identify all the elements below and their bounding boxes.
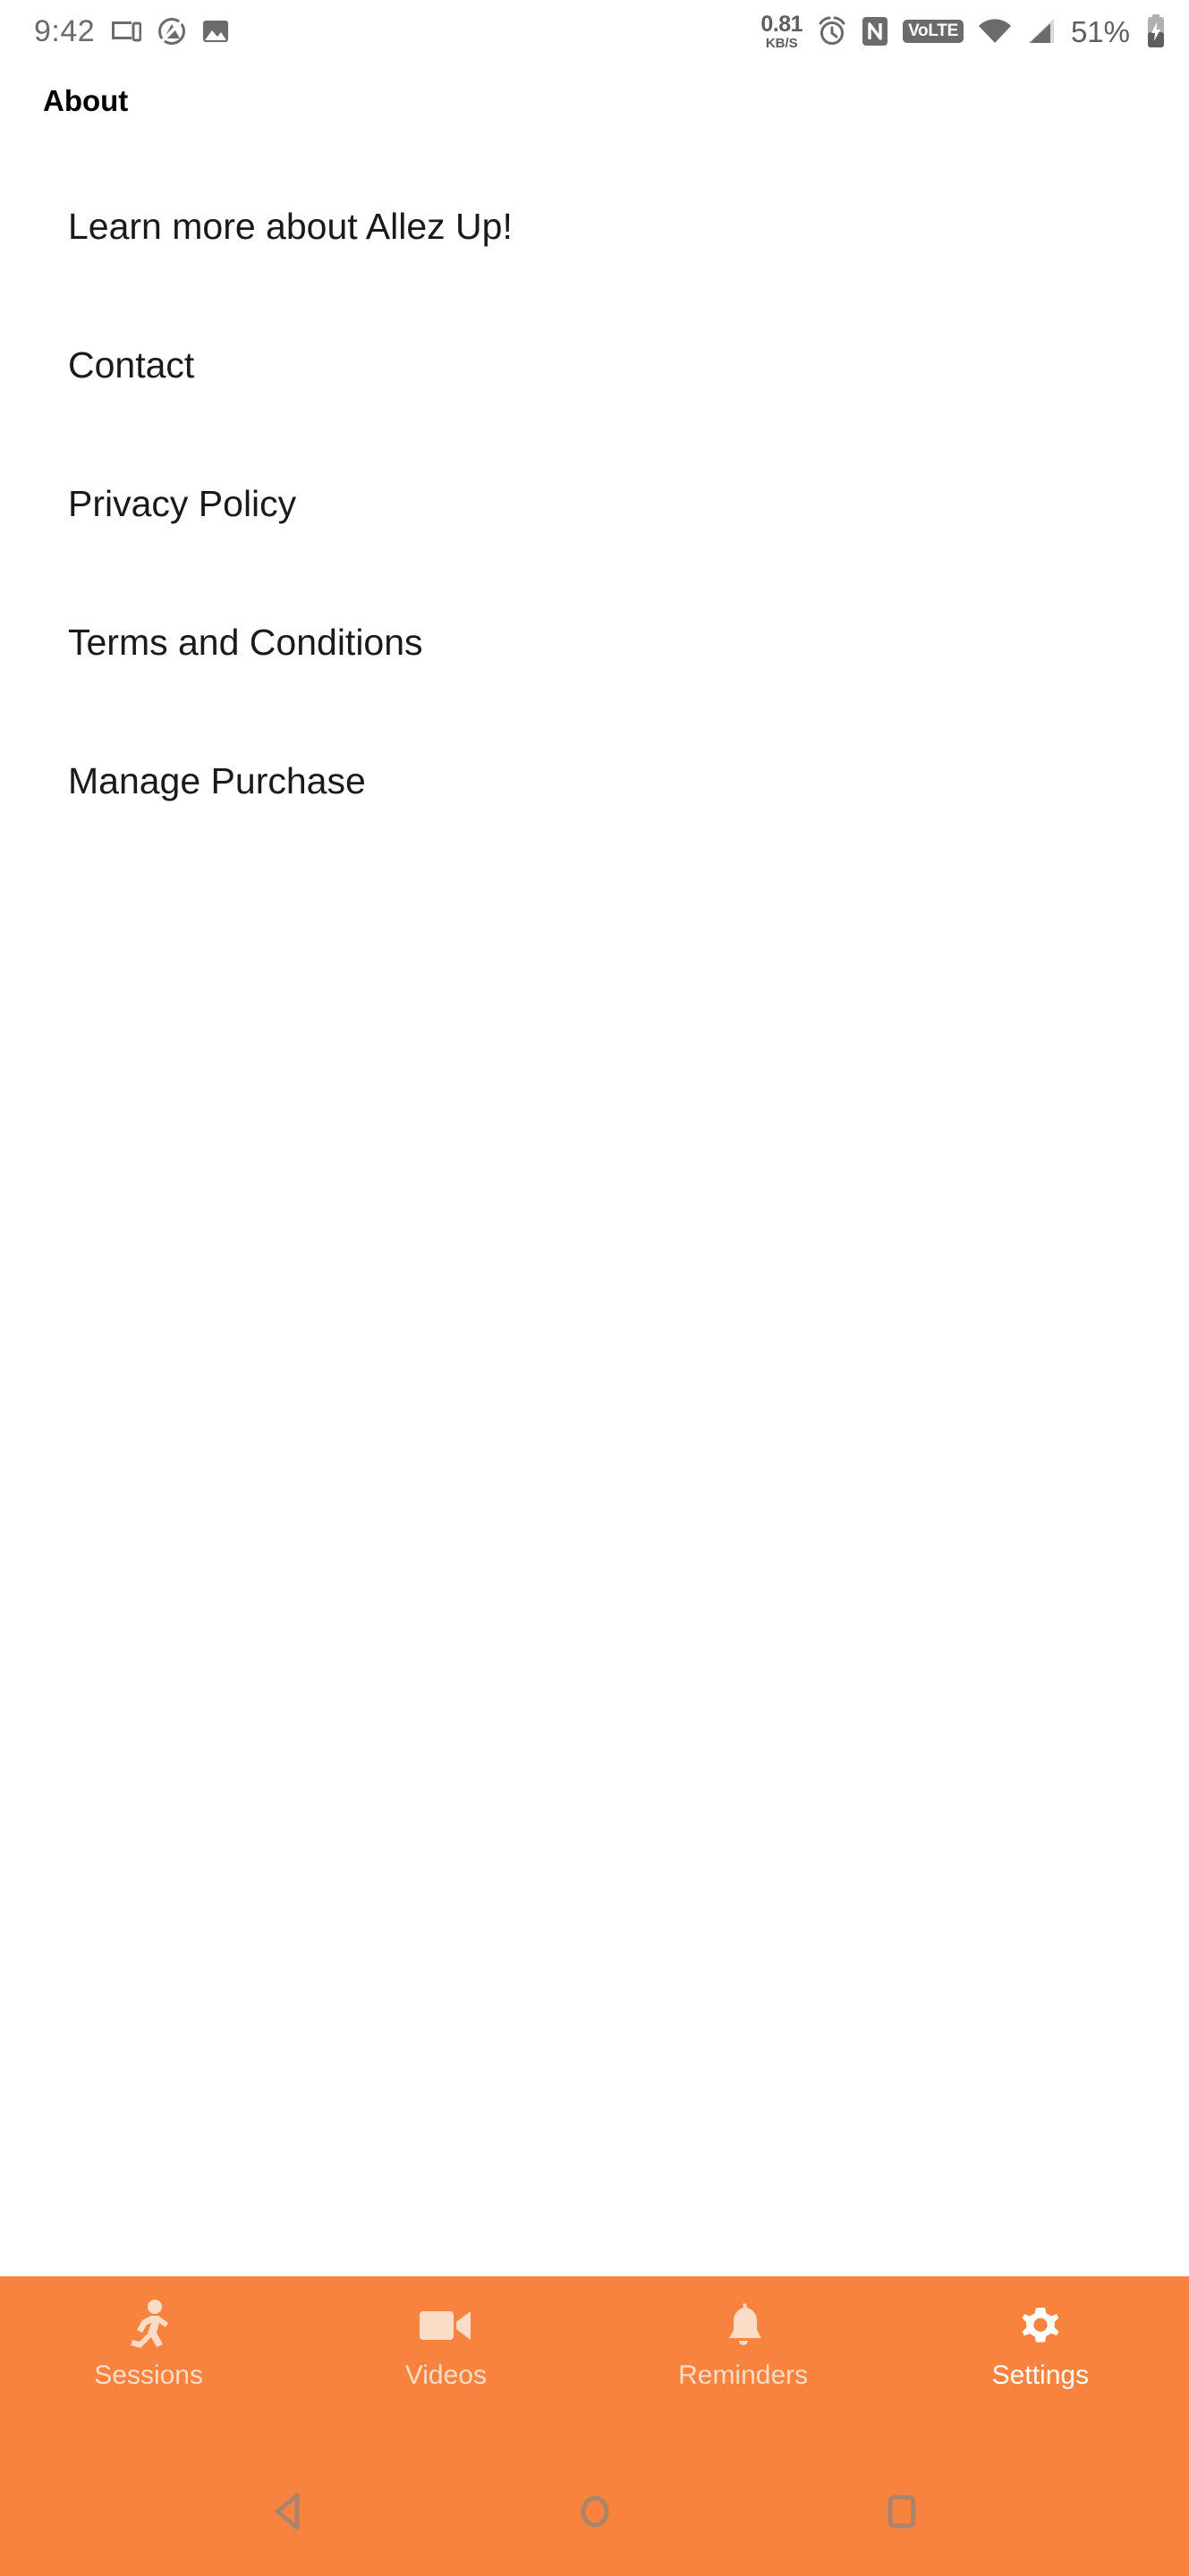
network-speed-unit: KB/S [765, 35, 798, 51]
menu-item-label: Contact [68, 344, 195, 386]
page-title: About [43, 84, 129, 117]
wifi-icon [978, 18, 1012, 45]
cellular-signal-icon [1026, 18, 1057, 45]
recents-square-icon[interactable] [882, 2490, 921, 2533]
volte-icon: VoLTE [903, 20, 964, 43]
tab-videos[interactable]: Videos [297, 2298, 594, 2389]
network-speed-indicator: 0.81 KB/S [760, 13, 803, 50]
tab-label: Settings [991, 2360, 1090, 2390]
menu-item-learn-more[interactable]: Learn more about Allez Up! [0, 208, 1189, 347]
home-circle-icon[interactable] [575, 2490, 615, 2533]
app-screen: 9:42 0.81 KB/S VoLTE 51% About Learn mor… [0, 0, 1189, 2576]
status-bar-left: 9:42 [34, 16, 229, 47]
network-speed-value: 0.81 [760, 11, 803, 37]
about-menu-list: Learn more about Allez Up! Contact Priva… [0, 115, 1189, 2276]
battery-percent-label: 51% [1070, 14, 1130, 48]
tab-label: Sessions [94, 2360, 203, 2390]
cast-screen-icon [111, 19, 142, 44]
tab-reminders[interactable]: Reminders [595, 2298, 892, 2389]
menu-item-manage-purchase[interactable]: Manage Purchase [0, 763, 1189, 902]
alarm-icon [817, 16, 847, 47]
running-person-icon [125, 2298, 172, 2353]
menu-item-label: Learn more about Allez Up! [68, 206, 513, 247]
gear-icon [1016, 2298, 1065, 2353]
menu-item-contact[interactable]: Contact [0, 347, 1189, 486]
bell-icon [722, 2298, 765, 2353]
menu-item-privacy-policy[interactable]: Privacy Policy [0, 486, 1189, 624]
status-bar: 9:42 0.81 KB/S VoLTE 51% [0, 0, 1189, 63]
video-camera-icon [419, 2298, 472, 2353]
menu-item-label: Manage Purchase [68, 760, 366, 801]
nfc-icon [862, 16, 888, 47]
menu-item-label: Terms and Conditions [68, 622, 423, 663]
tab-label: Videos [404, 2360, 487, 2390]
tab-settings[interactable]: Settings [892, 2298, 1189, 2389]
tab-sessions[interactable]: Sessions [0, 2298, 297, 2389]
back-triangle-icon[interactable] [268, 2490, 308, 2533]
tab-label: Reminders [678, 2360, 809, 2390]
bottom-tab-bar: Sessions Videos Reminders Settings [0, 2276, 1189, 2469]
status-clock: 9:42 [34, 14, 96, 48]
image-icon [202, 18, 229, 45]
menu-item-terms-and-conditions[interactable]: Terms and Conditions [0, 624, 1189, 763]
menu-item-label: Privacy Policy [68, 483, 297, 524]
do-not-disturb-icon [157, 17, 186, 46]
android-navigation-bar [0, 2469, 1189, 2576]
status-bar-right: 0.81 KB/S VoLTE 51% [760, 13, 1166, 50]
battery-charging-icon [1146, 14, 1166, 48]
